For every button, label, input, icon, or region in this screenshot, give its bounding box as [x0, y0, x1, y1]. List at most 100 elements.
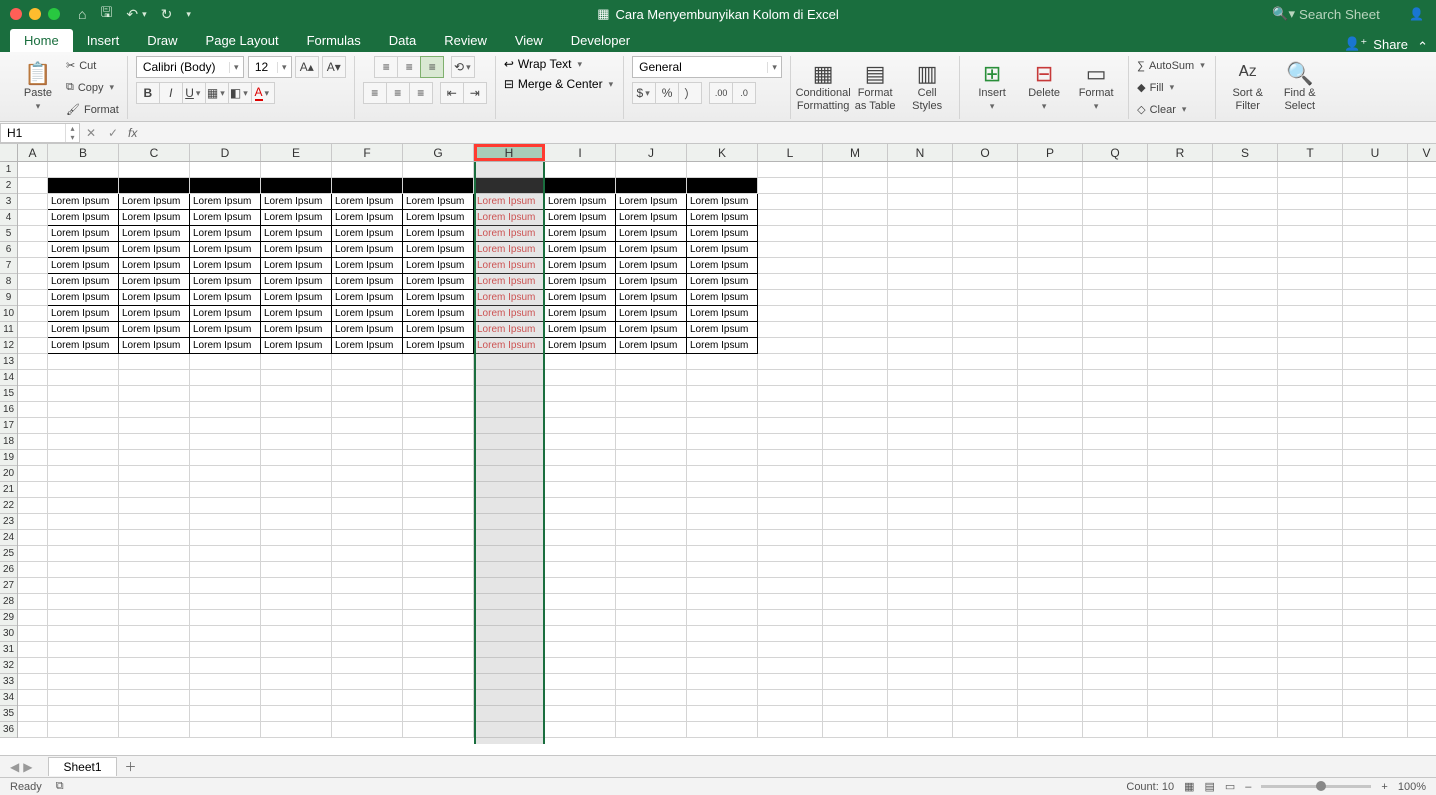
cell[interactable]: Lorem Ipsum — [48, 258, 119, 274]
cell[interactable] — [474, 674, 545, 690]
cell[interactable] — [1213, 274, 1278, 290]
row-header-20[interactable]: 20 — [0, 466, 17, 482]
cell[interactable] — [18, 562, 48, 578]
cell[interactable] — [48, 498, 119, 514]
cell[interactable] — [687, 594, 758, 610]
cell[interactable] — [616, 354, 687, 370]
cell[interactable] — [1408, 546, 1436, 562]
cell[interactable]: Lorem Ipsum — [474, 242, 545, 258]
cell[interactable] — [888, 434, 953, 450]
cell[interactable] — [403, 578, 474, 594]
cell[interactable] — [1213, 226, 1278, 242]
cell[interactable] — [1213, 370, 1278, 386]
cell[interactable] — [1083, 450, 1148, 466]
cell[interactable] — [823, 450, 888, 466]
cell[interactable] — [1148, 658, 1213, 674]
cell[interactable] — [474, 402, 545, 418]
insert-cells-button[interactable]: ⊞Insert▾ — [968, 57, 1016, 119]
cell[interactable] — [1343, 482, 1408, 498]
cell[interactable] — [1408, 722, 1436, 738]
cell[interactable] — [823, 466, 888, 482]
cell[interactable] — [1408, 306, 1436, 322]
name-box[interactable]: H1 ▴▾ — [0, 123, 80, 143]
cell[interactable] — [953, 722, 1018, 738]
cell[interactable] — [823, 626, 888, 642]
cell[interactable] — [953, 658, 1018, 674]
cell[interactable]: Lorem Ipsum — [48, 306, 119, 322]
cell[interactable] — [1213, 354, 1278, 370]
row-header-16[interactable]: 16 — [0, 402, 17, 418]
percent-button[interactable]: % — [655, 82, 679, 104]
cell[interactable] — [1343, 258, 1408, 274]
col-header-N[interactable]: N — [888, 144, 953, 161]
cell[interactable] — [823, 434, 888, 450]
cell[interactable] — [119, 482, 190, 498]
cell[interactable] — [1278, 338, 1343, 354]
cell[interactable] — [474, 578, 545, 594]
cell[interactable] — [403, 530, 474, 546]
cell[interactable] — [1343, 370, 1408, 386]
col-header-G[interactable]: G — [403, 144, 474, 161]
cell[interactable]: Lorem Ipsum — [474, 338, 545, 354]
cell[interactable] — [1408, 594, 1436, 610]
cell[interactable] — [474, 594, 545, 610]
cell[interactable] — [1018, 306, 1083, 322]
cell[interactable] — [474, 386, 545, 402]
cell[interactable] — [48, 626, 119, 642]
cell[interactable] — [1343, 610, 1408, 626]
cell[interactable] — [953, 162, 1018, 178]
cell[interactable] — [687, 434, 758, 450]
cell[interactable] — [953, 210, 1018, 226]
cell[interactable] — [687, 466, 758, 482]
cell[interactable] — [823, 610, 888, 626]
cell[interactable] — [953, 498, 1018, 514]
align-right-button[interactable]: ≡ — [409, 82, 433, 104]
cell[interactable] — [1148, 210, 1213, 226]
cell[interactable]: Lorem Ipsum — [332, 306, 403, 322]
cell[interactable]: Lorem Ipsum — [474, 306, 545, 322]
number-format-combo[interactable]: General▾ — [632, 56, 782, 78]
cell[interactable] — [48, 402, 119, 418]
cell[interactable] — [1213, 338, 1278, 354]
orientation-button[interactable]: ⟲▾ — [451, 56, 475, 78]
cell[interactable] — [261, 642, 332, 658]
cell[interactable] — [545, 578, 616, 594]
cell[interactable] — [953, 482, 1018, 498]
zoom-slider[interactable] — [1261, 785, 1371, 788]
cell[interactable] — [758, 162, 823, 178]
col-header-J[interactable]: J — [616, 144, 687, 161]
cell[interactable] — [758, 658, 823, 674]
cell[interactable] — [823, 162, 888, 178]
cell[interactable] — [1213, 514, 1278, 530]
ribbon-tab-home[interactable]: Home — [10, 29, 73, 52]
cell[interactable] — [261, 546, 332, 562]
cell[interactable] — [48, 594, 119, 610]
cell[interactable] — [190, 594, 261, 610]
cell[interactable] — [758, 498, 823, 514]
cell[interactable] — [190, 546, 261, 562]
cell[interactable] — [190, 434, 261, 450]
row-header-7[interactable]: 7 — [0, 258, 17, 274]
cell[interactable] — [953, 578, 1018, 594]
cell[interactable]: Lorem Ipsum — [616, 306, 687, 322]
cell[interactable] — [48, 434, 119, 450]
delete-cells-button[interactable]: ⊟Delete▾ — [1020, 57, 1068, 119]
cell[interactable] — [1213, 242, 1278, 258]
cell[interactable] — [616, 578, 687, 594]
cell[interactable] — [403, 466, 474, 482]
row-header-34[interactable]: 34 — [0, 690, 17, 706]
cell[interactable]: Lorem Ipsum — [332, 274, 403, 290]
cell[interactable] — [1213, 658, 1278, 674]
cell[interactable] — [18, 354, 48, 370]
cell[interactable] — [888, 386, 953, 402]
cell[interactable] — [1278, 610, 1343, 626]
cell[interactable] — [1083, 274, 1148, 290]
cell[interactable] — [1408, 226, 1436, 242]
cell[interactable] — [888, 370, 953, 386]
cell[interactable] — [953, 514, 1018, 530]
cell[interactable] — [1213, 258, 1278, 274]
row-header-32[interactable]: 32 — [0, 658, 17, 674]
underline-button[interactable]: U▾ — [182, 82, 206, 104]
cell[interactable] — [1083, 546, 1148, 562]
cell[interactable] — [119, 386, 190, 402]
